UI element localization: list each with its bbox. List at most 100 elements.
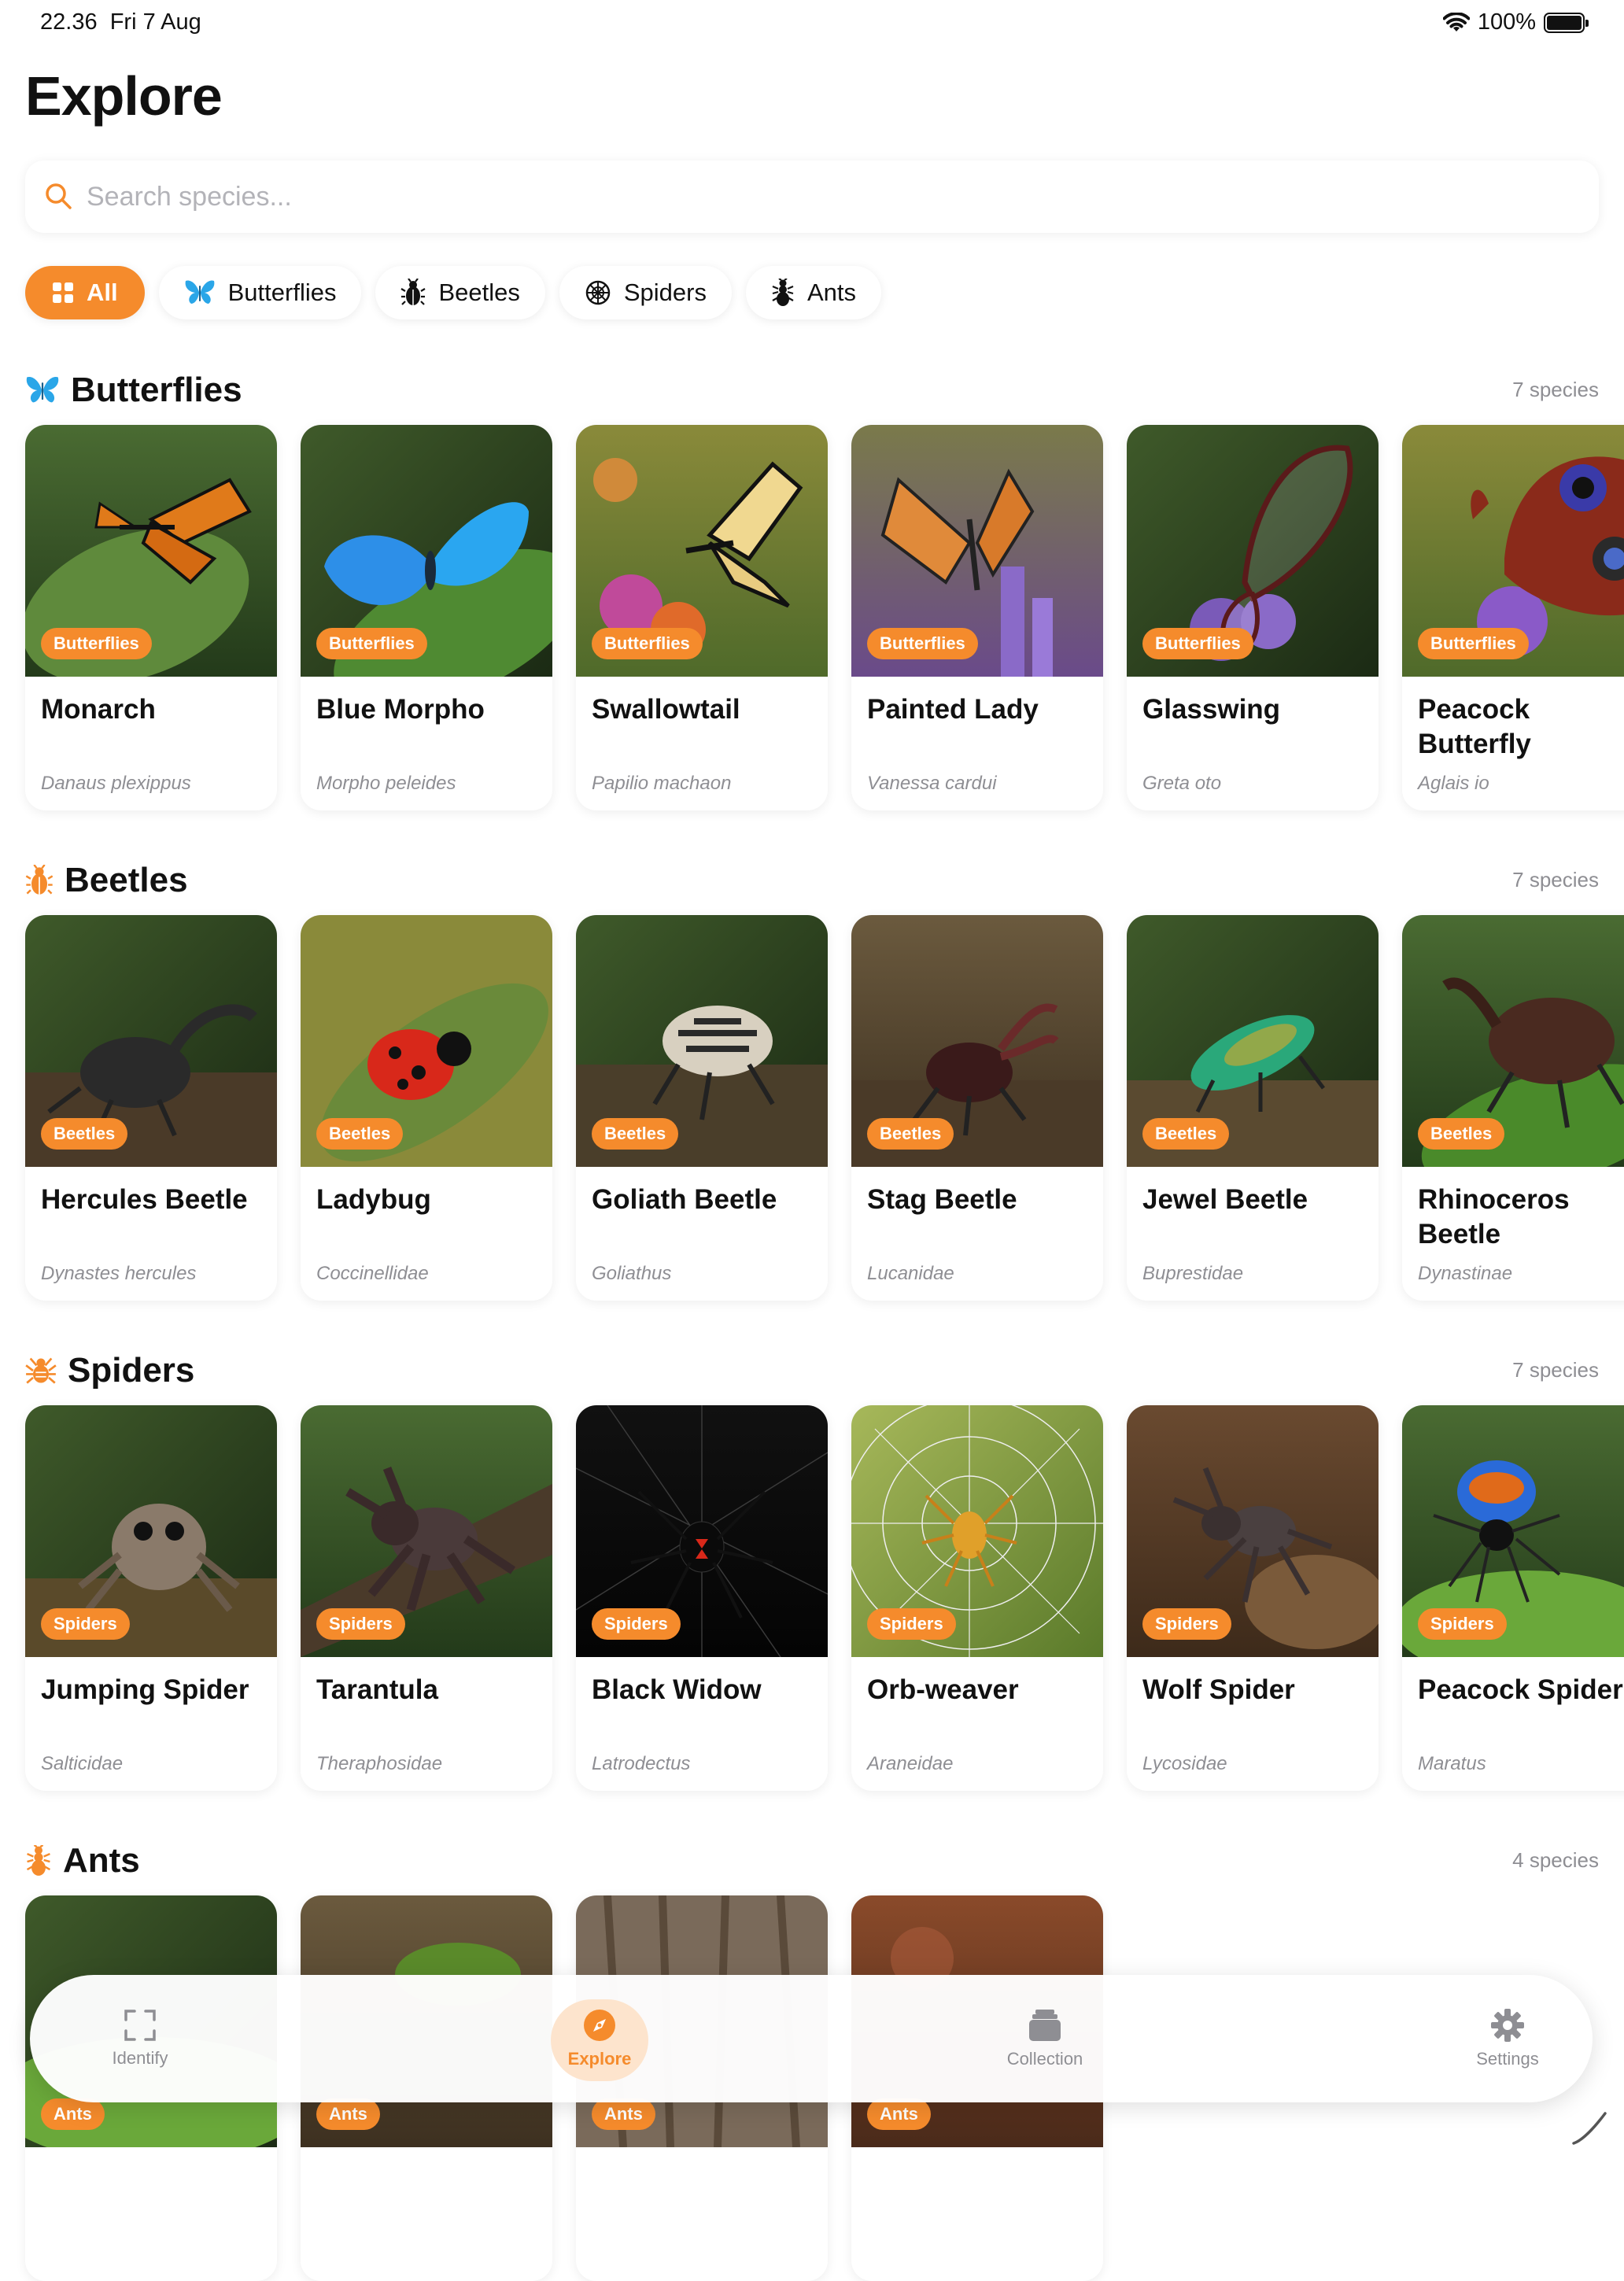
- filter-label: Beetles: [438, 279, 519, 307]
- species-photo: Spiders: [25, 1405, 277, 1657]
- species-card-ladybug[interactable]: Beetles Ladybug Coccinellidae: [301, 915, 552, 1301]
- species-latin-name: Dynastinae: [1418, 1263, 1512, 1285]
- species-latin-name: Papilio machaon: [592, 773, 731, 795]
- species-card-monarch[interactable]: Butterflies Monarch Danaus plexippus: [25, 425, 277, 810]
- tab-collection[interactable]: Collection: [966, 1975, 1124, 2102]
- species-photo: Beetles: [851, 915, 1103, 1167]
- species-latin-name: Latrodectus: [592, 1753, 690, 1775]
- section-header: Ants: [25, 1837, 140, 1884]
- tab-settings[interactable]: Settings: [1446, 1975, 1569, 2102]
- species-name: Jewel Beetle: [1142, 1183, 1371, 1217]
- species-latin-name: Araneidae: [867, 1753, 953, 1775]
- species-name: Swallowtail: [592, 692, 820, 727]
- butterfly-icon: [25, 375, 60, 405]
- filter-label: Spiders: [624, 279, 707, 307]
- section-title: Ants: [63, 1841, 140, 1881]
- clock: 22.36: [40, 9, 98, 35]
- filter-label: Butterflies: [228, 279, 337, 307]
- filter-chip-butterflies[interactable]: Butterflies: [159, 266, 362, 319]
- species-name: Goliath Beetle: [592, 1183, 820, 1217]
- card-row: Butterflies Monarch Danaus plexippus But…: [25, 425, 1624, 810]
- species-name: Blue Morpho: [316, 692, 544, 727]
- species-photo: Beetles: [1402, 915, 1624, 1167]
- species-name: Hercules Beetle: [41, 1183, 269, 1217]
- wifi-icon: [1443, 13, 1470, 33]
- species-photo: Beetles: [576, 915, 828, 1167]
- section-spiders: Spiders 7 species Spiders Jumping Spider…: [0, 1347, 1624, 1803]
- species-latin-name: Aglais io: [1418, 773, 1489, 795]
- category-badge: Ants: [867, 2098, 931, 2130]
- filter-chip-all[interactable]: All: [25, 266, 145, 319]
- category-badge: Butterflies: [1418, 628, 1529, 659]
- category-badge: Spiders: [592, 1608, 681, 1640]
- species-card-swallowtail[interactable]: Butterflies Swallowtail Papilio machaon: [576, 425, 828, 810]
- category-badge: Spiders: [1418, 1608, 1507, 1640]
- category-badge: Butterflies: [592, 628, 703, 659]
- section-count: 4 species: [1512, 1848, 1599, 1873]
- species-card-tarantula[interactable]: Spiders Tarantula Theraphosidae: [301, 1405, 552, 1791]
- species-photo: Butterflies: [301, 425, 552, 677]
- stack-icon: [1028, 2008, 1062, 2043]
- filter-chip-ants[interactable]: Ants: [746, 266, 881, 319]
- section-count: 7 species: [1512, 1358, 1599, 1382]
- species-photo: Beetles: [1127, 915, 1379, 1167]
- species-card-peacock-butterfly[interactable]: Butterflies Peacock Butterfly Aglais io: [1402, 425, 1624, 810]
- spider-icon: [25, 1355, 57, 1386]
- species-name: Orb-weaver: [867, 1673, 1095, 1707]
- status-bar: 22.36 Fri 7 Aug 100%: [0, 0, 1624, 47]
- species-card-glasswing[interactable]: Butterflies Glasswing Greta oto: [1127, 425, 1379, 810]
- species-card-stag-beetle[interactable]: Beetles Stag Beetle Lucanidae: [851, 915, 1103, 1301]
- tab-label: Identify: [113, 2048, 168, 2069]
- species-name: Black Widow: [592, 1673, 820, 1707]
- card-row: Beetles Hercules Beetle Dynastes hercule…: [25, 915, 1624, 1301]
- tab-label: Collection: [1007, 2049, 1083, 2069]
- species-latin-name: Dynastes hercules: [41, 1263, 196, 1285]
- species-card-wolf-spider[interactable]: Spiders Wolf Spider Lycosidae: [1127, 1405, 1379, 1791]
- species-latin-name: Greta oto: [1142, 773, 1221, 795]
- species-name: Peacock Spider: [1418, 1673, 1624, 1707]
- species-photo: Butterflies: [851, 425, 1103, 677]
- category-badge: Spiders: [41, 1608, 130, 1640]
- tab-explore[interactable]: Explore: [521, 1975, 678, 2102]
- species-name: Jumping Spider: [41, 1673, 269, 1707]
- filter-chip-spiders[interactable]: Spiders: [559, 266, 732, 319]
- species-card-black-widow[interactable]: Spiders Black Widow Latrodectus: [576, 1405, 828, 1791]
- category-badge: Ants: [316, 2098, 380, 2130]
- tab-identify[interactable]: Identify: [79, 1975, 201, 2102]
- search-bar[interactable]: [25, 161, 1599, 233]
- filter-chip-beetles[interactable]: Beetles: [375, 266, 544, 319]
- species-card-rhinoceros-beetle[interactable]: Beetles Rhinoceros Beetle Dynastinae: [1402, 915, 1624, 1301]
- species-photo: Beetles: [25, 915, 277, 1167]
- species-photo: Spiders: [576, 1405, 828, 1657]
- beetle-icon: [25, 865, 54, 896]
- category-badge: Beetles: [1418, 1118, 1504, 1150]
- search-input[interactable]: [87, 182, 1503, 212]
- species-card-painted-lady[interactable]: Butterflies Painted Lady Vanessa cardui: [851, 425, 1103, 810]
- species-name: Stag Beetle: [867, 1183, 1095, 1217]
- butterfly-icon: [184, 279, 216, 306]
- section-title: Butterflies: [71, 371, 242, 410]
- species-latin-name: Theraphosidae: [316, 1753, 442, 1775]
- category-badge: Butterflies: [867, 628, 978, 659]
- section-title: Beetles: [65, 861, 188, 900]
- species-card-jewel-beetle[interactable]: Beetles Jewel Beetle Buprestidae: [1127, 915, 1379, 1301]
- species-photo: Butterflies: [1127, 425, 1379, 677]
- species-card-jumping-spider[interactable]: Spiders Jumping Spider Salticidae: [25, 1405, 277, 1791]
- card-row: Spiders Jumping Spider Salticidae Spider…: [25, 1405, 1624, 1791]
- section-beetles: Beetles 7 species Beetles Hercules Beetl…: [0, 857, 1624, 1313]
- beetle-icon: [400, 279, 426, 307]
- species-card-peacock-spider[interactable]: Spiders Peacock Spider Maratus: [1402, 1405, 1624, 1791]
- section-header: Spiders: [25, 1347, 194, 1394]
- species-card-blue-morpho[interactable]: Butterflies Blue Morpho Morpho peleides: [301, 425, 552, 810]
- tab-label: Settings: [1476, 2049, 1539, 2069]
- scan-icon: [124, 2009, 157, 2042]
- tab-bar: Identify Explore Collection Settings: [30, 1975, 1593, 2102]
- species-name: Glasswing: [1142, 692, 1371, 727]
- species-card-hercules-beetle[interactable]: Beetles Hercules Beetle Dynastes hercule…: [25, 915, 277, 1301]
- species-latin-name: Salticidae: [41, 1753, 123, 1775]
- species-card-orb-weaver[interactable]: Spiders Orb-weaver Araneidae: [851, 1405, 1103, 1791]
- species-photo: Butterflies: [25, 425, 277, 677]
- category-filters: All Butterflies Beetles Spiders Ants: [25, 266, 881, 319]
- category-badge: Beetles: [592, 1118, 678, 1150]
- species-card-goliath-beetle[interactable]: Beetles Goliath Beetle Goliathus: [576, 915, 828, 1301]
